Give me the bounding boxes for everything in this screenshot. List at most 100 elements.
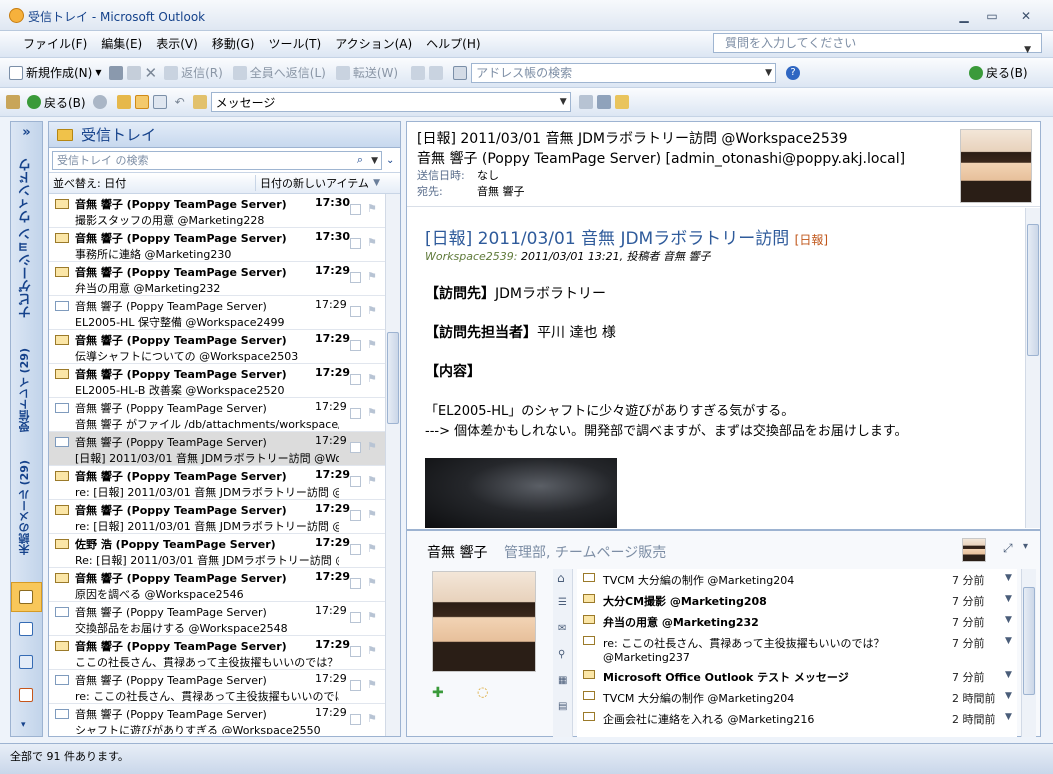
activity-scrollbar[interactable] [1021,569,1036,737]
activity-item[interactable]: TVCM 大分編の制作 @Marketing204 2 時間前 ▼ [577,687,1017,708]
list-scrollbar[interactable] [385,194,400,736]
chevron-down-icon[interactable]: ▼ [560,97,567,107]
chevron-down-icon[interactable]: ▼ [1005,615,1012,625]
category-checkbox[interactable] [350,204,361,215]
flag-icon[interactable]: ⚑ [367,440,377,453]
chevron-down-icon[interactable]: ▼ [1005,594,1012,604]
configure-buttons-icon[interactable]: ▾ [21,720,26,730]
menu-view[interactable]: 表示(V) [149,32,205,56]
outlook-today-icon[interactable] [6,95,20,109]
forward-arrow-icon[interactable] [92,95,107,109]
menu-tools[interactable]: ツール(T) [261,32,328,56]
message-row[interactable]: 佐野 浩 (Poppy TeamPage Server) 17:29 Re: [日報… [49,534,385,568]
category-checkbox[interactable] [350,544,361,555]
activity-item[interactable]: 弁当の用意 @Marketing232 7 分前 ▼ [577,611,1017,632]
view-toggle-icon[interactable] [578,95,593,109]
print-preview-icon[interactable] [152,95,167,109]
chevron-down-icon[interactable]: ▼ [1005,573,1012,583]
expand-query-icon[interactable]: ⌄ [386,155,394,166]
message-row[interactable]: 音無 響子 (Poppy TeamPage Server) 17:29 シャフトに遊… [49,704,385,734]
menu-help[interactable]: ヘルプ(H) [419,32,487,56]
people-small-photo[interactable] [962,538,986,562]
flag-icon[interactable]: ⚑ [367,236,377,249]
undo-icon[interactable]: ↶ [175,95,185,109]
mail-nav-button[interactable] [11,582,42,612]
chevron-down-icon[interactable]: ▼ [1005,691,1012,701]
chevron-down-icon[interactable]: ▼ [765,68,772,78]
message-row[interactable]: 音無 響子 (Poppy TeamPage Server) 17:29 EL2005… [49,296,385,330]
back-button-top[interactable]: 戻る(B) [966,64,1031,81]
category-checkbox[interactable] [350,306,361,317]
category-checkbox[interactable] [350,646,361,657]
flag-icon[interactable]: ⚑ [367,508,377,521]
add-contact-icon[interactable]: ✚ [432,685,444,701]
category-checkbox[interactable] [350,612,361,623]
address-book-search[interactable]: アドレス帳の検索 ▼ [471,62,777,83]
reading-scrollbar[interactable] [1025,208,1040,528]
chevron-down-icon[interactable]: ▼ [95,68,101,77]
move-icon[interactable] [126,65,141,80]
nav-inbox-shortcut[interactable]: 受信トレイ (29) [17,348,33,435]
inbox-search-input[interactable]: 受信トレイ の検索 ⌕ ▼ [52,150,382,170]
help-icon[interactable]: ? [786,65,801,80]
sort-by-date[interactable]: 並べ替え: 日付 [49,175,256,191]
up-folder-icon[interactable] [116,95,131,109]
back-button[interactable]: 戻る(B) [24,94,89,111]
flag-icon[interactable]: ⚑ [367,474,377,487]
search-icon[interactable]: ⌕ [357,153,363,167]
message-row[interactable]: 音無 響子 (Poppy TeamPage Server) 17:29 弁当の用意 … [49,262,385,296]
flag-icon[interactable]: ⚑ [367,372,377,385]
category-checkbox[interactable] [350,408,361,419]
minimize-icon[interactable]: ▁ [955,8,973,24]
flag-icon[interactable]: ⚑ [367,610,377,623]
activity-item[interactable]: TVCM 大分編の制作 @Marketing204 7 分前 ▼ [577,569,1017,590]
menu-actions[interactable]: アクション(A) [328,32,419,56]
forward-button[interactable]: 転送(W) [333,64,401,81]
flag-icon[interactable]: ⚑ [367,270,377,283]
calendar-nav-button[interactable] [11,615,42,645]
flag-icon[interactable]: ⚑ [367,304,377,317]
menu-file[interactable]: ファイル(F) [16,32,94,56]
message-row[interactable]: 音無 響子 (Poppy TeamPage Server) 17:29 re: ここ… [49,670,385,704]
sort-order[interactable]: 日付の新しいアイテム [256,175,369,191]
status-icon[interactable]: ▤ [558,701,567,712]
close-icon[interactable]: ✕ [1017,8,1035,24]
flag-icon[interactable]: ⚑ [367,338,377,351]
chevron-down-icon[interactable]: ▼ [1005,670,1012,680]
rules-icon[interactable] [192,95,207,109]
expand-icon[interactable]: ⤢ [1003,541,1013,556]
activity-item[interactable]: Microsoft Office Outlook テスト メッセージ 7 分前 ▼ [577,666,1017,687]
maximize-icon[interactable]: ▭ [983,8,1001,24]
help-search-input[interactable]: 質問を入力してください ▼ [713,33,1042,55]
flag-icon[interactable]: ⚑ [367,644,377,657]
nav-unread-shortcut[interactable]: 未読のメール (29) [17,460,33,558]
attachment-icon[interactable]: ⚲ [558,649,565,660]
print-icon[interactable] [108,65,123,80]
activity-scroll-thumb[interactable] [1023,587,1035,695]
chevron-down-icon[interactable]: ▼ [371,156,378,166]
sync-icon[interactable]: ◌ [477,685,488,700]
category-checkbox[interactable] [350,272,361,283]
chevron-down-icon[interactable]: ▼ [1005,712,1012,722]
category-checkbox[interactable] [350,442,361,453]
chevron-down-icon[interactable]: ▾ [1023,541,1028,552]
workspace-link[interactable]: Workspace2539: [425,250,517,263]
category-checkbox[interactable] [350,714,361,725]
tasks-nav-button[interactable] [11,681,42,711]
message-row[interactable]: 音無 響子 (Poppy TeamPage Server) 17:29 re: [日… [49,466,385,500]
activity-item[interactable]: 企画会社に連絡を入れる @Marketing216 2 時間前 ▼ [577,708,1017,729]
flag-icon[interactable]: ⚑ [367,712,377,725]
message-row[interactable]: 音無 響子 (Poppy TeamPage Server) 17:29 [日報] 2… [49,432,385,466]
message-row[interactable]: 音無 響子 (Poppy TeamPage Server) 17:29 伝導シャフト… [49,330,385,364]
reply-button[interactable]: 返信(R) [161,64,226,81]
meeting-icon[interactable]: ▦ [558,675,567,686]
categorize-icon[interactable] [411,65,426,80]
category-checkbox[interactable] [350,680,361,691]
nav-pane-title[interactable]: ナビゲーション ウィンドウ [17,158,36,322]
forms-icon[interactable] [596,95,611,109]
view-combo[interactable]: メッセージ ▼ [210,92,571,112]
flag-icon[interactable]: ⚑ [367,576,377,589]
message-row[interactable]: 音無 響子 (Poppy TeamPage Server) 17:29 交換部品をお… [49,602,385,636]
reply-all-button[interactable]: 全員へ返信(L) [230,64,329,81]
message-row[interactable]: 音無 響子 (Poppy TeamPage Server) 17:29 音無 響子 … [49,398,385,432]
